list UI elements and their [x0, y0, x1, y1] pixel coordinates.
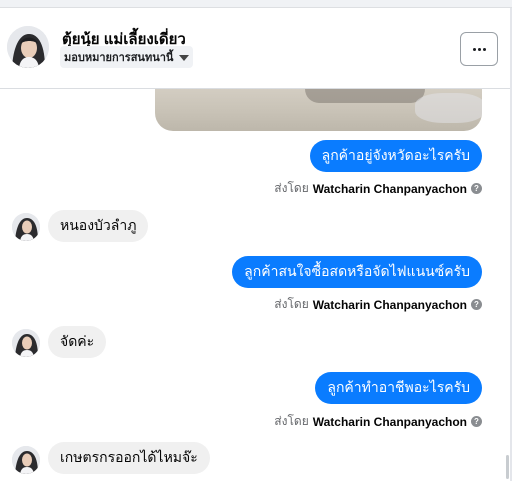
question-circle-icon[interactable]: ?	[471, 299, 482, 310]
caret-down-icon	[179, 54, 190, 61]
shared-photo[interactable]	[155, 89, 482, 131]
outgoing-message[interactable]: ลูกค้าสนใจซื้อสดหรือจัดไฟแนนซ์ครับ	[232, 256, 482, 288]
photo-detail	[305, 89, 425, 103]
sent-by-prefix: ส่งโดย	[274, 414, 309, 428]
incoming-message[interactable]: หนองบัวลำภู	[48, 210, 149, 242]
more-options-button[interactable]	[460, 32, 498, 66]
outgoing-message[interactable]: ลูกค้าอยู่จังหวัดอะไรครับ	[309, 140, 482, 172]
conversation-header: ตุ้ยนุ้ย แม่เลี้ยงเดี่ยว มอบหมายการสนทนา…	[0, 8, 512, 89]
sent-by-line: ส่งโดย Watcharin Chanpanyachon ?	[274, 179, 482, 198]
sender-name[interactable]: Watcharin Chanpanyachon	[313, 298, 467, 312]
assign-label: มอบหมายการสนทนานี้	[64, 52, 174, 64]
top-bar	[0, 0, 512, 8]
outgoing-message[interactable]: ลูกค้าทำอาชีพอะไรครับ	[315, 372, 482, 404]
more-dot	[482, 47, 486, 51]
sender-name[interactable]: Watcharin Chanpanyachon	[313, 182, 467, 196]
contact-avatar-small[interactable]	[12, 446, 40, 474]
incoming-message[interactable]: จัดค่ะ	[48, 326, 107, 358]
assign-conversation-dropdown[interactable]: มอบหมายการสนทนานี้	[60, 46, 194, 68]
contact-avatar-small[interactable]	[12, 329, 40, 357]
more-horizontal-icon	[472, 47, 476, 51]
more-dot	[477, 47, 481, 51]
message-thread[interactable]: ลูกค้าอยู่จังหวัดอะไรครับ ส่งโดย Watchar…	[0, 89, 512, 481]
sender-name[interactable]: Watcharin Chanpanyachon	[313, 415, 467, 429]
sent-by-prefix: ส่งโดย	[274, 297, 309, 311]
contact-avatar[interactable]	[7, 26, 49, 68]
question-circle-icon[interactable]: ?	[471, 416, 482, 427]
sent-by-line: ส่งโดย Watcharin Chanpanyachon ?	[274, 295, 482, 314]
sent-by-prefix: ส่งโดย	[274, 181, 309, 195]
question-circle-icon[interactable]: ?	[471, 183, 482, 194]
sent-by-line: ส่งโดย Watcharin Chanpanyachon ?	[274, 412, 482, 431]
contact-avatar-small[interactable]	[12, 213, 40, 241]
scrollbar-thumb[interactable]	[506, 455, 509, 479]
photo-detail	[415, 93, 482, 123]
incoming-message[interactable]: เกษตรกรออกได้ไหมจ๊ะ	[48, 442, 210, 474]
